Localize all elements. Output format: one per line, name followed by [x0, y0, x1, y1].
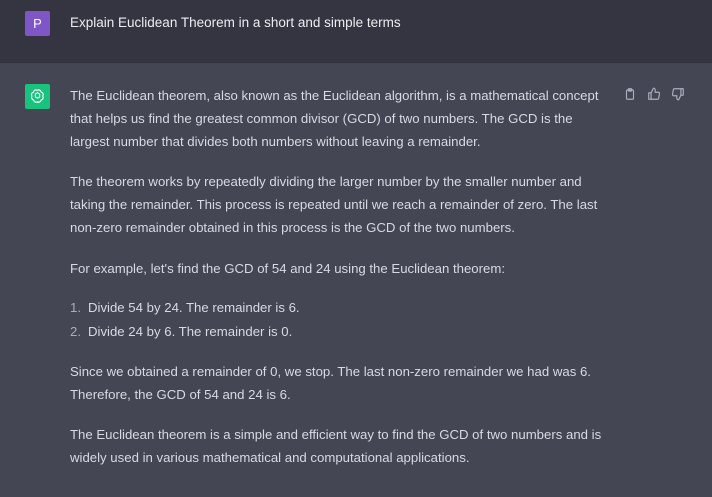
- user-avatar: P: [25, 11, 50, 36]
- openai-logo-icon: [25, 84, 50, 109]
- user-message-text: Explain Euclidean Theorem in a short and…: [70, 15, 401, 30]
- clipboard-icon[interactable]: [621, 85, 638, 102]
- answer-paragraph: Since we obtained a remainder of 0, we s…: [70, 364, 591, 402]
- assistant-message-row: The Euclidean theorem, also known as the…: [0, 63, 712, 497]
- answer-paragraph: For example, let's find the GCD of 54 an…: [70, 261, 506, 276]
- list-item: 2. Divide 24 by 6. The remainder is 0.: [70, 320, 292, 343]
- list-number: 2.: [70, 324, 81, 339]
- list-text: Divide 24 by 6. The remainder is 0.: [88, 324, 293, 339]
- list-text: Divide 54 by 24. The remainder is 6.: [88, 300, 300, 315]
- thumbs-up-icon[interactable]: [645, 85, 662, 102]
- list-number: 1.: [70, 300, 81, 315]
- answer-paragraph: The Euclidean theorem, also known as the…: [70, 88, 599, 149]
- message-actions: [621, 85, 686, 102]
- user-message-row: P Explain Euclidean Theorem in a short a…: [0, 0, 712, 63]
- answer-paragraph: The theorem works by repeatedly dividing…: [70, 174, 598, 235]
- list-item: 1. Divide 54 by 24. The remainder is 6.: [70, 296, 300, 319]
- thumbs-down-icon[interactable]: [669, 85, 686, 102]
- answer-paragraph: The Euclidean theorem is a simple and ef…: [70, 427, 602, 465]
